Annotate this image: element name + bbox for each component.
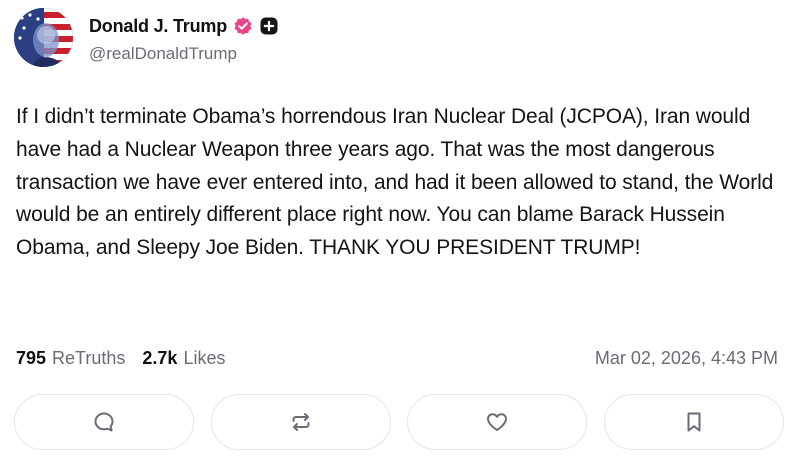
bookmark-icon bbox=[687, 412, 701, 432]
author-row: Donald J. Trump bbox=[89, 14, 279, 38]
author-handle[interactable]: @realDonaldTrump bbox=[89, 44, 237, 64]
like-button[interactable] bbox=[407, 394, 588, 450]
plus-square-icon bbox=[259, 16, 279, 36]
reply-button[interactable] bbox=[14, 394, 194, 450]
heart-icon bbox=[487, 413, 508, 431]
retruth-button[interactable] bbox=[210, 394, 391, 450]
post-text: If I didn’t terminate Obama’s horrendous… bbox=[16, 105, 774, 260]
post-timestamp[interactable]: Mar 02, 2026, 4:43 PM bbox=[595, 344, 778, 372]
repost-arrows-icon bbox=[292, 413, 310, 431]
post-card: Donald J. Trump @realDonaldTrump If I di… bbox=[0, 0, 800, 463]
post-stats: 795 ReTruths 2.7k Likes bbox=[16, 344, 225, 372]
likes-count[interactable]: 2.7k bbox=[142, 348, 177, 369]
author-display-name[interactable]: Donald J. Trump bbox=[89, 16, 227, 37]
verified-check-icon bbox=[233, 16, 253, 36]
retruths-count[interactable]: 795 bbox=[16, 348, 46, 369]
likes-label[interactable]: Likes bbox=[183, 348, 225, 369]
retruths-label[interactable]: ReTruths bbox=[52, 348, 125, 369]
avatar-image bbox=[14, 8, 73, 67]
comment-bubble-icon bbox=[94, 412, 114, 432]
action-bar bbox=[14, 394, 784, 452]
bookmark-button[interactable] bbox=[603, 394, 784, 450]
avatar[interactable] bbox=[14, 8, 73, 67]
